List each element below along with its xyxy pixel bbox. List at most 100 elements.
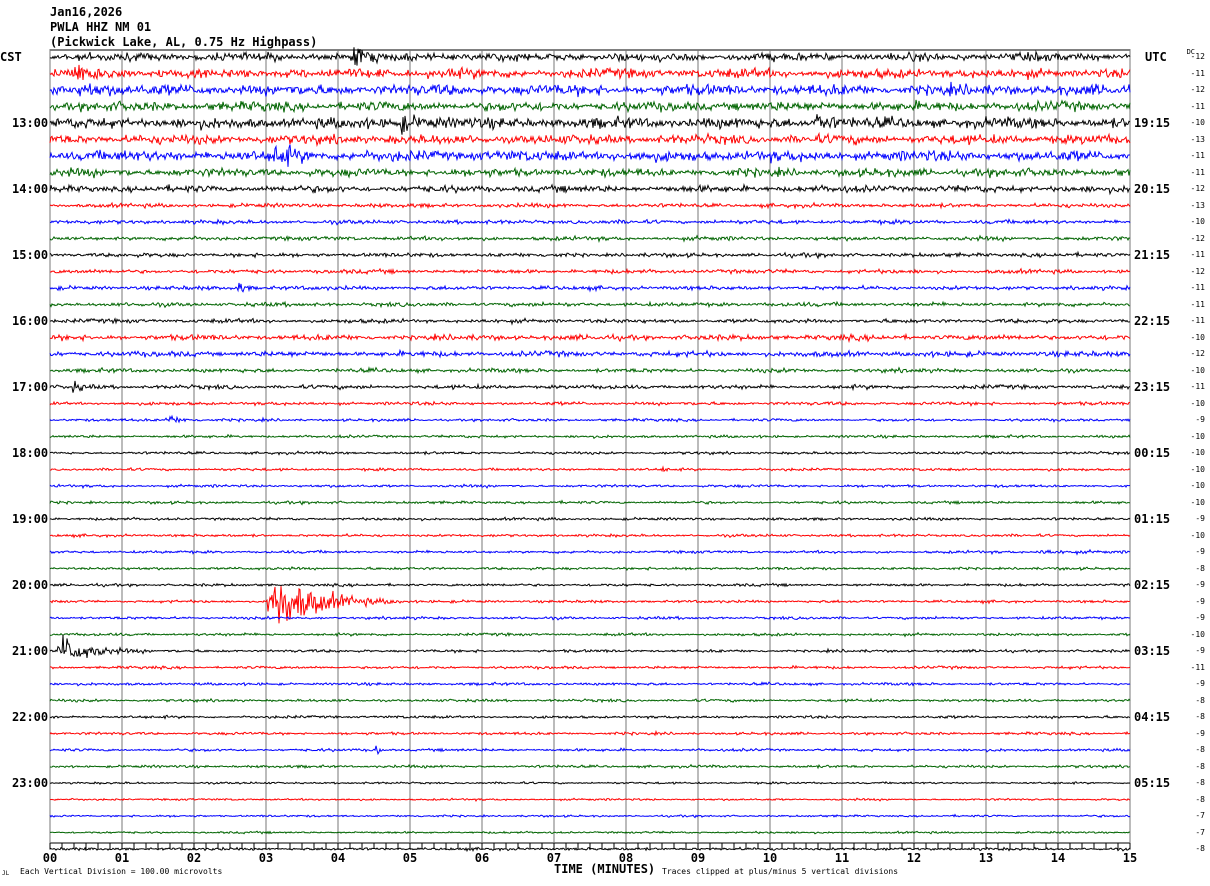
trace-row	[49, 267, 1131, 276]
dc-offset: -10	[1190, 365, 1205, 375]
left-hour-label: 16:00	[12, 314, 49, 328]
trace-row	[49, 797, 1131, 803]
trace-row	[49, 250, 1131, 260]
dc-offset: -12	[1190, 233, 1205, 243]
dc-offset: -8	[1195, 695, 1205, 705]
trace-row	[50, 366, 1131, 375]
x-tick-label: 11	[834, 851, 850, 865]
left-hour-label: 18:00	[12, 446, 49, 460]
left-hour-label: 13:00	[12, 116, 49, 130]
trace-row	[49, 483, 1131, 490]
dc-offset: -12	[1190, 85, 1205, 94]
dc-offset: -10	[1190, 497, 1205, 507]
dc-offset: -10	[1190, 398, 1205, 408]
dc-offset: -10	[1190, 464, 1205, 474]
dc-offset: -9	[1195, 728, 1205, 738]
dc-offset: -12	[1190, 184, 1205, 193]
x-tick-label: 15	[1122, 851, 1138, 865]
dc-offset: -7	[1195, 827, 1205, 837]
trace-row	[49, 499, 1130, 506]
dc-offset: -13	[1190, 134, 1205, 144]
x-tick-label: 00	[42, 851, 58, 865]
dc-offset: -10	[1190, 431, 1205, 441]
right-hour-label: 22:15	[1134, 314, 1171, 328]
x-tick-label: 02	[186, 851, 202, 865]
left-hour-label: 22:00	[12, 710, 49, 724]
dc-offset: -10	[1190, 118, 1205, 127]
trace-row	[49, 664, 1131, 671]
x-tick-label: 14	[1050, 851, 1066, 865]
trace-row	[49, 745, 1131, 756]
trace-row	[49, 131, 1131, 148]
left-hour-label: 21:00	[12, 644, 49, 658]
dc-offset: -10	[1190, 629, 1205, 639]
dc-offset: -11	[1190, 662, 1205, 672]
trace-row	[49, 234, 1131, 244]
trace-row	[49, 780, 1131, 786]
dc-offset: -8	[1195, 745, 1205, 754]
dc-offset: -11	[1190, 299, 1205, 309]
dc-offset: -13	[1190, 200, 1205, 210]
x-tick-label: 04	[330, 851, 346, 865]
scale-note: Each Vertical Division = 100.00 microvol…	[20, 867, 223, 876]
left-hour-label: 17:00	[12, 380, 49, 394]
corner-mark: JL	[2, 870, 10, 877]
trace-row	[49, 166, 1131, 179]
right-hour-label: 21:15	[1134, 248, 1171, 262]
dc-offset: -11	[1190, 101, 1205, 111]
trace-row	[49, 300, 1131, 309]
dc-offset: -9	[1195, 514, 1205, 523]
dc-offset: -10	[1190, 217, 1205, 226]
left-hour-label: 15:00	[12, 248, 49, 262]
dc-offset: -9	[1195, 596, 1205, 606]
trace-row	[49, 697, 1131, 704]
trace-row	[49, 729, 1131, 737]
dc-offset: -10	[1190, 481, 1205, 490]
dc-offset: -9	[1195, 415, 1205, 424]
dc-offset: -11	[1190, 151, 1205, 160]
x-tick-label: 06	[474, 851, 490, 865]
trace-row	[49, 414, 1131, 424]
plot-frame	[49, 49, 1131, 844]
dc-offset: -12	[1190, 266, 1205, 276]
right-hour-label: 00:15	[1134, 446, 1171, 460]
right-hour-label: 23:15	[1134, 380, 1171, 394]
trace-row	[49, 380, 1131, 393]
right-hour-label: 04:15	[1134, 710, 1171, 724]
trace-row	[49, 450, 1131, 456]
trace-row	[49, 114, 1131, 135]
trace-row	[49, 830, 1131, 835]
trace-row	[49, 634, 1131, 659]
dc-offset: -9	[1195, 646, 1205, 655]
trace-row	[49, 631, 1131, 638]
trace-row	[49, 548, 1131, 556]
right-hour-label: 02:15	[1134, 578, 1171, 592]
dc-offset: -11	[1190, 250, 1205, 259]
trace-row	[49, 813, 1131, 819]
trace-row	[49, 615, 1131, 621]
x-tick-label: 09	[690, 851, 706, 865]
trace-row	[49, 317, 1131, 326]
x-tick-label: 10	[762, 851, 778, 865]
dc-offset: -11	[1190, 167, 1205, 177]
trace-row	[49, 714, 1131, 720]
seismogram-plot	[49, 47, 1131, 853]
trace-row	[49, 218, 1131, 227]
x-tick-label: 01	[114, 851, 130, 865]
x-tick-label: 05	[402, 851, 418, 865]
trace-row	[49, 763, 1131, 770]
dc-offset: -9	[1195, 580, 1205, 589]
dc-offset: -9	[1195, 679, 1205, 688]
x-axis-title: TIME (MINUTES)	[554, 862, 656, 876]
left-hour-label: 14:00	[12, 182, 49, 196]
left-hour-label: 19:00	[12, 512, 49, 526]
left-hour-label: 20:00	[12, 578, 49, 592]
dc-offset: -11	[1190, 382, 1205, 391]
dc-offset: -7	[1195, 811, 1205, 820]
dc-offset: -11	[1190, 68, 1205, 78]
dc-offset: -8	[1195, 778, 1205, 787]
right-hour-label: 03:15	[1134, 644, 1171, 658]
dc-offset: -8	[1195, 563, 1205, 573]
trace-row	[49, 532, 1131, 539]
right-hour-label: 05:15	[1134, 776, 1171, 790]
